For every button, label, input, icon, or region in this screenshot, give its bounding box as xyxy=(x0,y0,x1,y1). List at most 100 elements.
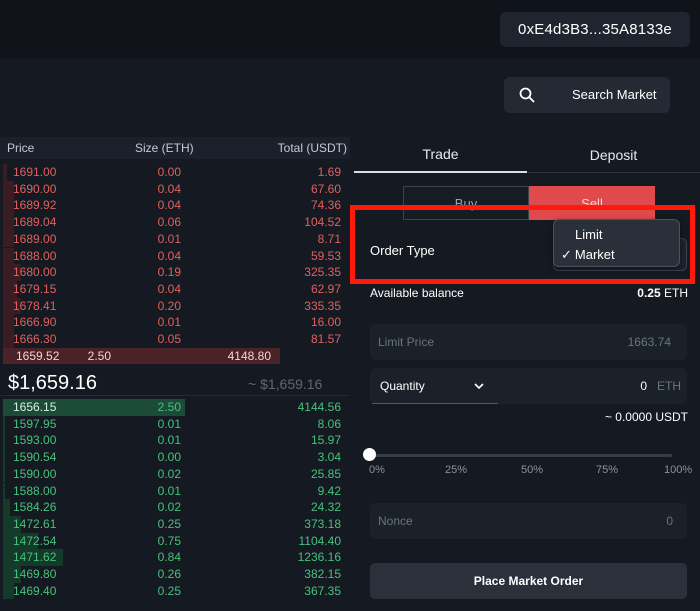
bid-size: 0.01 xyxy=(157,433,181,448)
panel-tabs: Trade Deposit xyxy=(354,137,700,173)
slider-mark-75[interactable]: 75% xyxy=(596,464,618,476)
ask-row[interactable]: 1691.00 0.00 1.69 xyxy=(0,164,350,181)
search-icon xyxy=(519,87,535,103)
limit-price-value: 1663.74 xyxy=(627,335,671,349)
limit-price-label: Limit Price xyxy=(378,335,435,349)
ask-row[interactable]: 1689.00 0.01 8.71 xyxy=(0,230,350,248)
bid-row[interactable]: 1597.95 0.01 8.06 xyxy=(0,415,350,433)
limit-price-field[interactable]: Limit Price 1663.74 xyxy=(370,324,687,360)
ask-size: 0.00 xyxy=(157,165,181,179)
check-icon: ✓ xyxy=(561,247,572,262)
bid-total: 1104.40 xyxy=(298,533,342,548)
quantity-input[interactable]: 0 xyxy=(640,379,647,393)
quantity-field: Quantity 0 ETH xyxy=(370,368,687,404)
ask-depth-bar xyxy=(3,180,14,198)
bid-size: 0.26 xyxy=(157,567,181,581)
bid-price: 1656.15 xyxy=(13,400,57,414)
ask-price: 1666.90 xyxy=(13,315,57,330)
ask-row[interactable]: 1666.90 0.01 16.00 xyxy=(0,314,350,331)
slider-mark-0[interactable]: 0% xyxy=(369,464,385,476)
ask-size: 0.01 xyxy=(157,231,181,246)
divider xyxy=(0,395,350,396)
ask-total: 67.60 xyxy=(310,181,341,196)
bid-size: 0.02 xyxy=(157,500,181,515)
bid-total: 367.35 xyxy=(304,583,341,598)
bid-size: 0.75 xyxy=(157,533,181,548)
quantity-type-select[interactable]: Quantity xyxy=(372,368,498,404)
ask-row[interactable]: 1678.41 0.20 335.35 xyxy=(0,297,350,315)
bid-row[interactable]: 1590.54 0.00 3.04 xyxy=(0,449,350,466)
ask-row[interactable]: 1680.00 0.19 325.35 xyxy=(0,264,350,281)
bid-row[interactable]: 1469.80 0.26 382.15 xyxy=(0,566,350,583)
bid-depth-bar xyxy=(3,582,14,600)
ask-price: 1688.00 xyxy=(13,248,57,263)
nonce-field[interactable]: Nonce 0 xyxy=(370,503,687,539)
sell-button[interactable]: Sell xyxy=(529,186,655,220)
bid-row[interactable]: 1471.62 0.84 1236.16 xyxy=(0,549,350,566)
buy-button[interactable]: Buy xyxy=(403,186,529,220)
bid-depth-bar xyxy=(3,432,5,450)
amount-slider-track[interactable] xyxy=(371,454,672,457)
balance-unit: ETH xyxy=(664,286,688,300)
bid-row[interactable]: 1590.00 0.02 25.85 xyxy=(0,465,350,483)
ask-price: 1689.92 xyxy=(13,198,57,213)
bid-total: 9.42 xyxy=(317,483,341,498)
size-column-header: Size (ETH) xyxy=(135,141,194,155)
order-type-option-limit[interactable]: Limit xyxy=(575,227,602,242)
ask-row[interactable]: 1689.92 0.04 74.36 xyxy=(0,197,350,215)
bid-price: 1472.54 xyxy=(13,533,57,548)
amount-slider-thumb[interactable] xyxy=(363,448,376,461)
ask-price: 1690.00 xyxy=(13,181,57,196)
ask-price: 1679.15 xyxy=(13,281,57,296)
balance-amount: 0.25 xyxy=(637,286,661,300)
ask-price: 1691.00 xyxy=(13,165,57,179)
ask-row[interactable]: 1688.00 0.04 59.53 xyxy=(0,247,350,265)
bid-row[interactable]: 1469.40 0.25 367.35 xyxy=(0,582,350,600)
bid-total: 8.06 xyxy=(317,416,341,431)
order-type-option-market[interactable]: ✓ Market xyxy=(561,247,615,263)
ask-depth-bar xyxy=(3,247,14,265)
ask-row[interactable]: 1689.04 0.06 104.52 xyxy=(0,214,350,231)
ask-row[interactable]: 1666.30 0.05 81.57 xyxy=(0,331,350,348)
slider-mark-100[interactable]: 100% xyxy=(664,464,692,476)
place-order-button[interactable]: Place Market Order xyxy=(370,563,687,599)
ask-total: 16.00 xyxy=(310,315,341,330)
ask-row[interactable]: 1659.52 2.50 4148.80 xyxy=(3,347,280,365)
wallet-address-button[interactable]: 0xE4d3B3...35A8133e xyxy=(500,12,690,47)
search-market-button[interactable]: Search Market xyxy=(504,77,670,113)
bid-price: 1472.61 xyxy=(13,516,57,531)
bid-price: 1597.95 xyxy=(13,416,57,431)
ask-price: 1680.00 xyxy=(13,265,57,280)
ask-size: 0.05 xyxy=(157,332,181,346)
ask-size: 2.50 xyxy=(87,348,111,363)
tab-trade[interactable]: Trade xyxy=(354,137,527,173)
ask-size: 0.04 xyxy=(157,248,181,263)
ask-total: 81.57 xyxy=(310,332,341,346)
bid-row[interactable]: 1472.61 0.25 373.18 xyxy=(0,515,350,533)
ask-row[interactable]: 1679.15 0.04 62.97 xyxy=(0,280,350,298)
bid-price: 1590.00 xyxy=(13,466,57,481)
order-type-label: Order Type xyxy=(370,243,435,258)
bid-total: 15.97 xyxy=(310,433,341,448)
ask-total: 74.36 xyxy=(310,198,341,213)
ask-total: 104.52 xyxy=(304,215,341,230)
ask-depth-bar xyxy=(3,331,14,348)
slider-mark-50[interactable]: 50% xyxy=(521,464,543,476)
bid-row[interactable]: 1593.00 0.01 15.97 xyxy=(0,432,350,450)
ask-size: 0.04 xyxy=(157,198,181,213)
ask-total: 59.53 xyxy=(310,248,341,263)
bid-price: 1588.00 xyxy=(13,483,57,498)
ask-size: 0.20 xyxy=(157,298,181,313)
bid-row[interactable]: 1588.00 0.01 9.42 xyxy=(0,482,350,500)
bid-price: 1471.62 xyxy=(13,550,57,565)
bid-row[interactable]: 1656.15 2.50 4144.56 xyxy=(0,399,350,416)
available-balance-value: 0.25 ETH xyxy=(637,286,688,300)
tab-deposit[interactable]: Deposit xyxy=(527,137,700,173)
ask-price: 1689.04 xyxy=(13,215,57,230)
mark-price: ~ $1,659.16 xyxy=(248,376,323,392)
bid-row[interactable]: 1584.26 0.02 24.32 xyxy=(0,499,350,516)
order-type-dropdown: Limit ✓ Market xyxy=(553,219,680,267)
bid-row[interactable]: 1472.54 0.75 1104.40 xyxy=(0,532,350,550)
ask-row[interactable]: 1690.00 0.04 67.60 xyxy=(0,180,350,198)
slider-mark-25[interactable]: 25% xyxy=(445,464,467,476)
